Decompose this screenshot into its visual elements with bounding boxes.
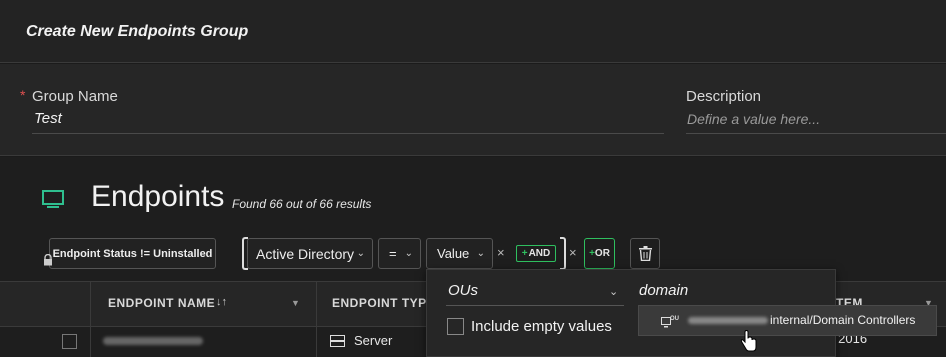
redacted-endpoint-name xyxy=(103,337,203,345)
redacted-domain xyxy=(688,317,768,324)
field-select-label: Active Directory xyxy=(256,245,355,262)
column-divider xyxy=(90,281,91,357)
remove-group-icon[interactable]: × xyxy=(569,245,577,260)
remove-condition-icon[interactable]: × xyxy=(497,245,505,260)
chevron-down-icon[interactable]: ⌄ xyxy=(609,285,618,298)
group-bracket-right xyxy=(560,237,566,270)
required-indicator: * xyxy=(20,87,26,103)
group-name-label: Group Name xyxy=(32,88,118,105)
operator-select[interactable]: = ⌄ xyxy=(378,238,421,269)
monitor-icon xyxy=(42,190,64,208)
domain-search-input[interactable]: domain xyxy=(639,282,688,299)
filter-icon[interactable]: ▼ xyxy=(291,298,300,308)
ou-badge: OU xyxy=(670,316,679,322)
trash-icon xyxy=(638,246,652,261)
sort-icon[interactable]: ↓↑ xyxy=(216,296,227,308)
description-underline xyxy=(686,133,946,134)
hand-pointer-icon xyxy=(740,330,757,352)
plus-icon: + xyxy=(521,248,528,259)
modal-title: Create New Endpoints Group xyxy=(26,23,249,40)
row-endpoint-type: Server xyxy=(354,333,393,348)
operator-select-label: = xyxy=(389,246,397,261)
description-input[interactable]: Define a value here... xyxy=(687,111,820,127)
result-count: Found 66 out of 66 results xyxy=(232,197,372,211)
value-select[interactable]: Value ⌄ xyxy=(426,238,493,269)
chevron-down-icon: ⌄ xyxy=(404,248,413,259)
lock-icon xyxy=(44,254,52,266)
ou-icon: OU xyxy=(661,316,679,328)
include-empty-checkbox[interactable] xyxy=(447,318,464,335)
and-label: AND xyxy=(528,248,551,259)
field-select[interactable]: Active Directory ⌄ xyxy=(247,238,373,269)
suggestion-label: internal/Domain Controllers xyxy=(770,313,916,327)
group-name-underline xyxy=(32,133,664,134)
ous-select[interactable]: OUs xyxy=(448,282,478,299)
status-filter-chip[interactable]: Endpoint Status != Uninstalled xyxy=(49,238,216,269)
add-or-button[interactable]: + OR xyxy=(584,238,615,269)
add-and-button[interactable]: + AND xyxy=(516,245,556,262)
chevron-down-icon: ⌄ xyxy=(476,248,485,259)
row-checkbox[interactable] xyxy=(62,334,77,349)
column-divider xyxy=(316,281,317,357)
chevron-down-icon: ⌄ xyxy=(356,248,365,259)
group-form xyxy=(0,64,946,156)
or-label: OR xyxy=(594,248,610,259)
delete-filter-button[interactable] xyxy=(630,238,660,269)
description-label: Description xyxy=(686,88,762,105)
column-header-name[interactable]: ENDPOINT NAME xyxy=(108,296,215,310)
modal-header: Create New Endpoints Group xyxy=(0,0,946,63)
value-select-label: Value xyxy=(437,246,470,261)
ous-underline xyxy=(446,305,624,306)
section-title: Endpoints xyxy=(91,180,225,213)
include-empty-label[interactable]: Include empty values xyxy=(471,318,612,335)
column-header-type[interactable]: ENDPOINT TYPE xyxy=(332,296,435,310)
server-icon xyxy=(330,335,345,347)
group-name-input[interactable]: Test xyxy=(34,110,62,127)
